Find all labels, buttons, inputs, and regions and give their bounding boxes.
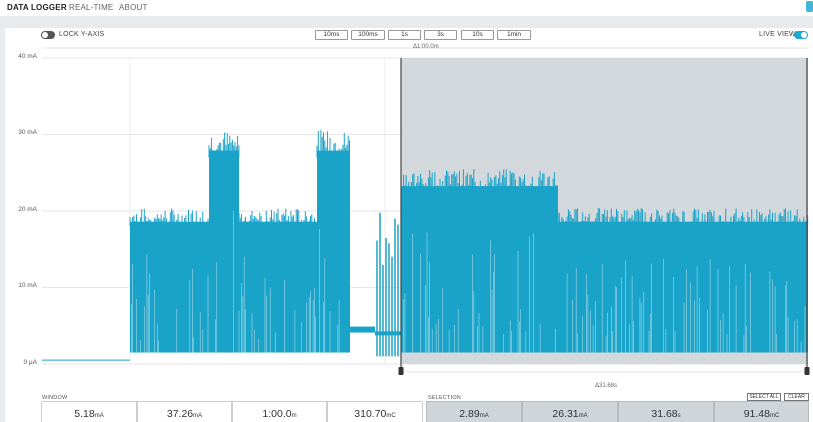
stat-unit: s — [677, 413, 681, 419]
selection-handle-grip[interactable] — [398, 367, 404, 375]
stat-value: 2.89 — [459, 408, 480, 420]
current-chart[interactable] — [5, 28, 813, 422]
data-logger-panel: LOCK Y-AXIS 10ms 100ms 1s 3s 10s 1min LI… — [5, 28, 813, 422]
stat-value: 37.26 — [166, 408, 194, 420]
stat-value: 26.31 — [552, 408, 579, 420]
signal-trace — [209, 150, 239, 353]
stat-unit: mC — [386, 413, 396, 419]
y-tick-label: 0 μA — [23, 359, 37, 366]
nav-tab-data-logger[interactable]: DATA LOGGER — [7, 3, 67, 12]
nav-tab-real-time[interactable]: REAL-TIME — [69, 3, 113, 12]
stat-unit: mA — [479, 413, 489, 419]
y-tick-label: 30 mA — [18, 129, 37, 136]
signal-trace — [401, 186, 558, 353]
signal-trace — [317, 150, 350, 353]
selection-charge-stat: 91.48mC charge — [714, 401, 809, 422]
selection-average-stat: 2.89mA average — [426, 401, 522, 422]
stat-value: 91.48 — [743, 408, 770, 420]
signal-trace — [130, 221, 209, 353]
stat-value: 1:00.0 — [262, 408, 292, 420]
clear-selection-button[interactable]: CLEAR — [784, 393, 809, 401]
stat-unit: mA — [578, 413, 588, 419]
y-tick-label: 10 mA — [18, 282, 37, 289]
stat-unit: mC — [769, 413, 780, 419]
stat-value: 5.18 — [74, 408, 95, 420]
stat-value: 31.68 — [651, 408, 678, 420]
y-tick-label: 40 mA — [18, 53, 37, 60]
stat-unit: mA — [94, 413, 104, 419]
stat-value: 310.70 — [354, 408, 387, 420]
main-area: LOCK Y-AXIS 10ms 100ms 1s 3s 10s 1min LI… — [0, 16, 813, 422]
top-navigation: DATA LOGGER REAL-TIME ABOUT — [0, 0, 813, 16]
selection-span-label: Δ31.68s — [595, 383, 618, 389]
window-charge-stat: 310.70mC charge — [327, 401, 423, 422]
window-time-stat: 1:00.0m time — [232, 401, 327, 422]
selection-handle-grip[interactable] — [804, 367, 810, 375]
window-span-label: Δ1:00.0m — [413, 44, 439, 50]
nav-tab-about[interactable]: ABOUT — [119, 3, 148, 12]
window-average-stat: 5.18mA average — [41, 401, 137, 422]
selection-time-stat: 31.68s time — [618, 401, 714, 422]
app-logo-icon — [806, 1, 813, 12]
selection-max-stat: 26.31mA max — [522, 401, 618, 422]
window-max-stat: 37.26mA max — [137, 401, 232, 422]
signal-trace — [239, 221, 317, 353]
signal-trace — [350, 326, 375, 333]
stat-unit: m — [291, 413, 297, 419]
y-tick-label: 20 mA — [18, 206, 37, 213]
select-all-button[interactable]: SELECT ALL — [747, 393, 781, 401]
stat-unit: mA — [193, 413, 203, 419]
